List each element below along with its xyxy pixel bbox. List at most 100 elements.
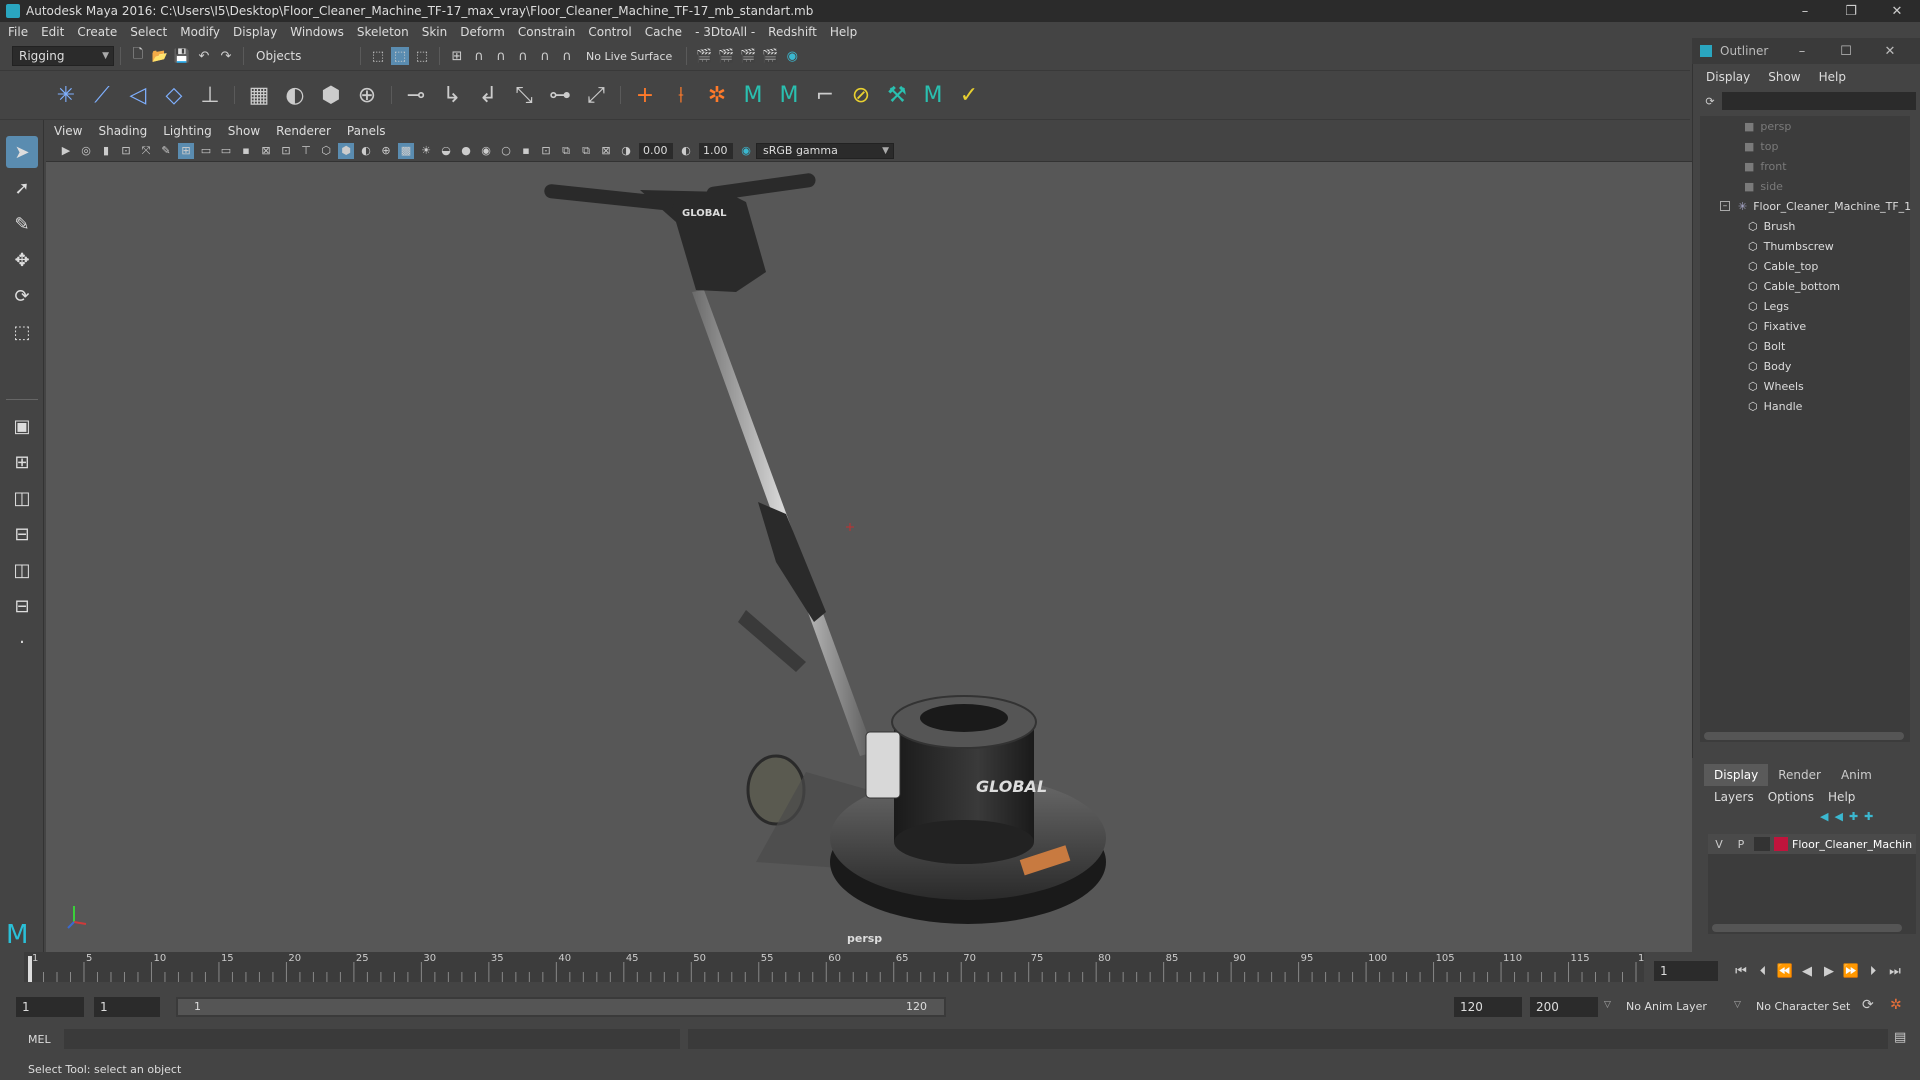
command-input[interactable] [64,1029,680,1049]
shadows-icon[interactable]: ◒ [438,143,454,159]
smooth-shade-icon[interactable]: ⬢ [338,142,354,159]
wireframe-icon[interactable]: ⬡ [318,143,334,159]
save-scene-icon[interactable]: 💾 [173,47,191,65]
locator-icon[interactable]: + [628,78,662,112]
textured-icon[interactable]: ▩ [398,142,414,159]
select-tool-icon[interactable]: ➤ [6,136,38,168]
ik-handle-icon[interactable]: ⟋ [85,78,119,112]
menu-create[interactable]: Create [77,25,117,39]
panel-menu-shading[interactable]: Shading [98,124,147,138]
field-chart-icon[interactable]: ⊠ [258,143,274,159]
menu-skin[interactable]: Skin [422,25,448,39]
ipr-render-icon[interactable]: 🎬 [739,47,757,65]
layer-menu-options[interactable]: Options [1768,790,1814,804]
outliner-item-front[interactable]: ■ front [1744,156,1787,176]
aim-constraint-icon[interactable]: ⊶ [543,78,577,112]
orient-constraint-icon[interactable]: ↲ [471,78,505,112]
film-gate-icon[interactable]: ▭ [198,143,214,159]
layer-type-toggle[interactable] [1754,837,1770,851]
script-m2-icon[interactable]: M [772,78,806,112]
step-forward-frame-icon[interactable]: ⏩ [1842,962,1860,980]
menu-3dtoall[interactable]: - 3DtoAll - [695,25,755,39]
depth-of-field-icon[interactable]: ▪ [518,143,534,159]
more-layouts-icon[interactable]: · [6,626,38,658]
playback-end-field[interactable]: 120 [1454,997,1522,1017]
script-m-icon[interactable]: M [736,78,770,112]
maximize-button[interactable]: ❐ [1828,0,1874,22]
resolution-gate-icon[interactable]: ▭ [218,143,234,159]
gamma-icon[interactable]: ◐ [678,143,694,159]
step-back-frame-icon[interactable]: ⏪ [1776,962,1794,980]
outliner-item-wheels[interactable]: ⬡ Wheels [1748,376,1804,396]
new-layer-selected-icon[interactable]: ✚ [1864,810,1873,823]
play-backward-icon[interactable]: ◀ [1798,962,1816,980]
grid-toggle-icon[interactable]: ⊞ [178,142,194,159]
cluster-icon[interactable]: ⊕ [350,78,384,112]
screen-space-ao-icon[interactable]: ● [458,143,474,159]
xray-joints-icon[interactable]: ⧉ [578,143,594,159]
four-pane-layout-icon[interactable]: ⊞ [6,446,38,478]
camera-select-icon[interactable]: ▶ [58,143,74,159]
outliner-search-field[interactable] [1722,92,1916,110]
lattice-icon[interactable]: ⬢ [314,78,348,112]
outliner-item-legs[interactable]: ⬡ Legs [1748,296,1789,316]
exposure-field[interactable]: 0.00 [639,142,673,159]
blank-shelf-icon[interactable]: ⌐ [808,78,842,112]
menu-windows[interactable]: Windows [290,25,344,39]
range-slider-handle[interactable] [178,999,944,1015]
outliner-item-cable-bottom[interactable]: ⬡ Cable_bottom [1748,276,1840,296]
outliner-item-thumbscrew[interactable]: ⬡ Thumbscrew [1748,236,1834,256]
auto-key-icon[interactable]: ⟳ [1862,997,1874,1013]
layer-playback-toggle[interactable]: P [1730,838,1752,851]
render-settings-icon[interactable]: 🎬 [761,47,779,65]
motion-blur-icon[interactable]: ◉ [478,143,494,159]
move-tool-icon[interactable]: ✥ [6,244,38,276]
layer-row[interactable]: V P Floor_Cleaner_Machin [1708,834,1916,854]
panel-menu-panels[interactable]: Panels [347,124,386,138]
bookmark-icon[interactable]: ▮ [98,143,114,159]
undo-icon[interactable]: ↶ [195,47,213,65]
render-view-icon[interactable]: 🎬 [695,47,713,65]
select-object-icon[interactable]: ⬚ [391,47,409,65]
render-frame-icon[interactable]: 🎬 [717,47,735,65]
new-empty-layer-icon[interactable]: ✚ [1849,810,1858,823]
two-d-pan-icon[interactable]: ⤧ [138,143,154,159]
panel-menu-renderer[interactable]: Renderer [276,124,331,138]
snap-view-icon[interactable]: ∩ [514,47,532,65]
script-editor-icon[interactable]: ▤ [1894,1030,1906,1045]
minimize-button[interactable]: – [1782,0,1828,22]
scale-tool-icon[interactable]: ⬚ [6,316,38,348]
outliner-item-handle[interactable]: ⬡ Handle [1748,396,1802,416]
chevron-down-icon[interactable]: ▽ [1734,1000,1741,1010]
outliner-horizontal-scrollbar[interactable] [1704,732,1904,740]
current-frame-field[interactable]: 1 [1654,961,1718,981]
outliner-item-top[interactable]: ■ top [1744,136,1778,156]
joint-tool-icon[interactable]: ✳ [49,78,83,112]
graph-persp-layout-icon[interactable]: ⊟ [6,518,38,550]
refresh-icon[interactable]: ⟳ [1702,92,1718,110]
step-back-key-icon[interactable]: ⏴ [1754,962,1772,980]
gate-mask-icon[interactable]: ▪ [238,143,254,159]
panel-menu-lighting[interactable]: Lighting [163,124,212,138]
go-to-start-icon[interactable]: ⏮ [1732,962,1750,980]
anim-layer-dropdown[interactable]: No Anim Layer [1626,1000,1707,1013]
menu-constrain[interactable]: Constrain [518,25,576,39]
menu-select[interactable]: Select [130,25,167,39]
outliner-menu-display[interactable]: Display [1706,70,1750,84]
image-plane-icon[interactable]: ⊡ [118,143,134,159]
open-scene-icon[interactable]: 📂 [151,47,169,65]
hypershade-icon[interactable]: ◉ [783,47,801,65]
snap-point-icon[interactable]: ∩ [492,47,510,65]
ik-spline-icon[interactable]: ◁ [121,78,155,112]
outliner-maximize-button[interactable]: ☐ [1824,44,1868,59]
isolate-select-icon[interactable]: ⊡ [538,143,554,159]
playback-start-field[interactable]: 1 [94,997,160,1017]
animation-preferences-icon[interactable]: ✲ [1890,997,1902,1013]
scale-constraint-icon[interactable]: ⤡ [507,78,541,112]
menu-display[interactable]: Display [233,25,277,39]
exposure-icon[interactable]: ◑ [618,143,634,159]
time-slider[interactable]: 1 5 10 15 20 25 30 35 40 45 50 55 60 65 70 75 80 85 90 95 10… [24,952,1657,982]
blend-shape-icon[interactable]: ⊘ [844,78,878,112]
current-time-indicator[interactable] [28,956,32,982]
wrap-deformer-icon[interactable]: ⚒ [880,78,914,112]
